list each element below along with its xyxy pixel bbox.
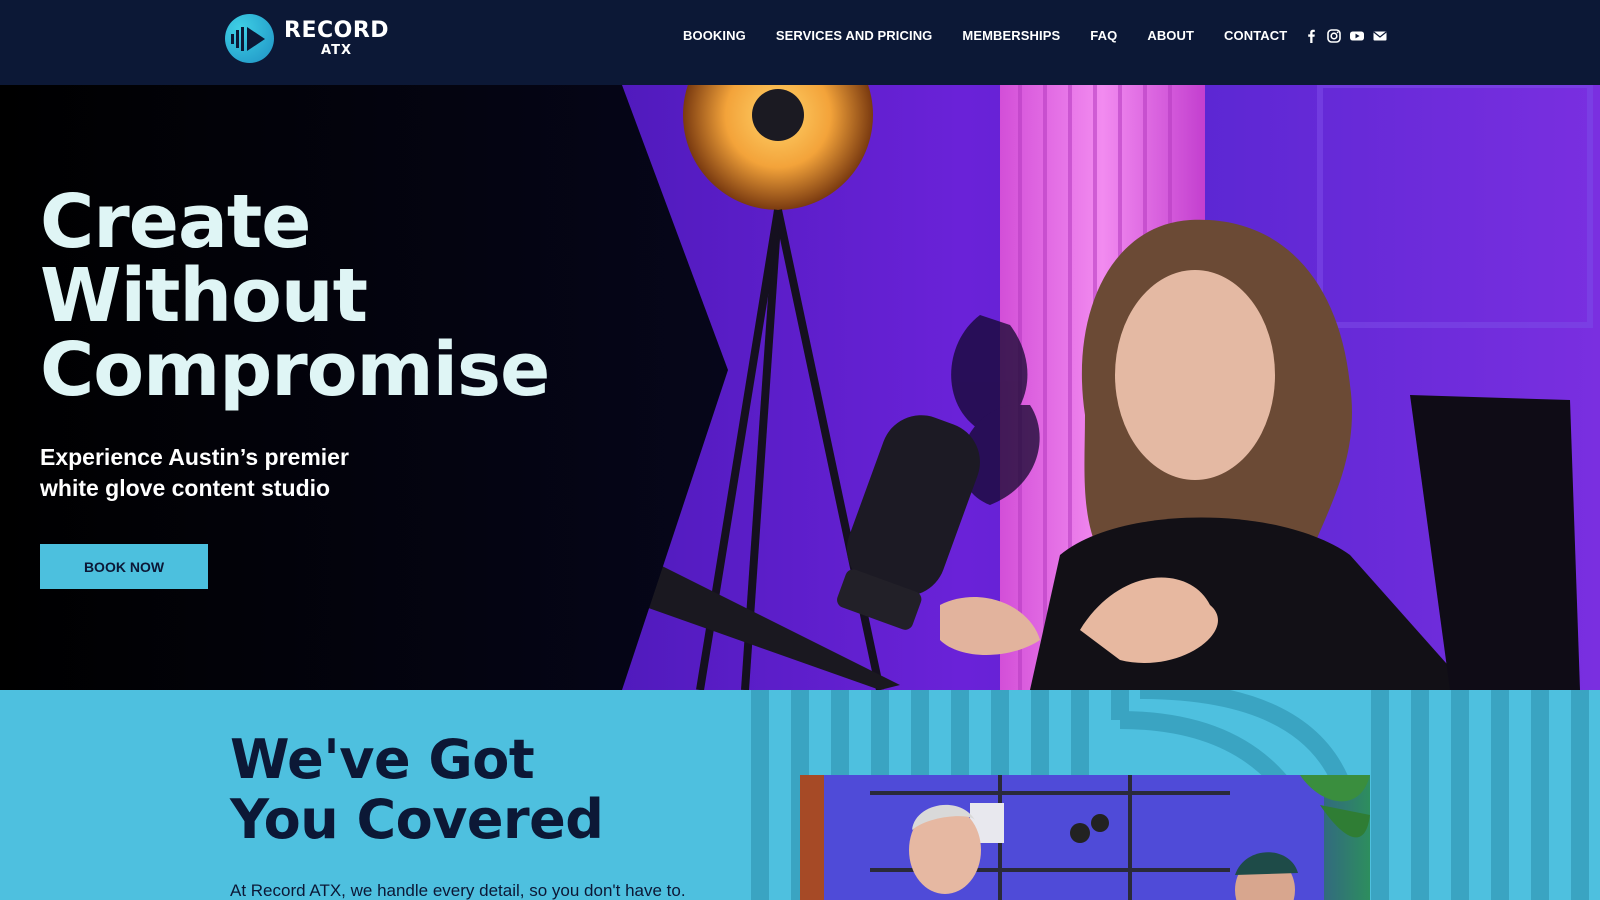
instagram-icon[interactable] (1326, 28, 1342, 44)
nav-memberships[interactable]: MEMBERSHIPS (962, 28, 1060, 43)
record-atx-logo-icon (225, 14, 274, 63)
hero-subtitle: Experience Austin’s premier white glove … (40, 444, 349, 501)
social-links (1303, 28, 1388, 44)
covered-section: We've Got You Covered At Record ATX, we … (0, 690, 1600, 900)
nav-services-and-pricing[interactable]: SERVICES AND PRICING (776, 28, 933, 43)
covered-title-line2: You Covered (230, 788, 604, 851)
covered-body: At Record ATX, we handle every detail, s… (230, 881, 686, 900)
studio-photo (800, 775, 1370, 900)
nav-booking[interactable]: BOOKING (683, 28, 746, 43)
hero-title: Create Without Compromise (40, 185, 550, 407)
covered-title: We've Got You Covered (230, 728, 604, 851)
nav-contact[interactable]: CONTACT (1224, 28, 1287, 43)
nav-about[interactable]: ABOUT (1147, 28, 1194, 43)
hero-section: Create Without Compromise Experience Aus… (0, 85, 1600, 690)
book-now-button[interactable]: BOOK NOW (40, 544, 208, 589)
facebook-icon[interactable] (1303, 28, 1319, 44)
covered-title-line1: We've Got (230, 728, 535, 791)
logo[interactable]: RECORD ATX (225, 14, 389, 63)
nav-faq[interactable]: FAQ (1090, 28, 1117, 43)
logo-subtext: ATX (321, 43, 352, 58)
youtube-icon[interactable] (1349, 28, 1365, 44)
main-nav: BOOKING SERVICES AND PRICING MEMBERSHIPS… (683, 28, 1317, 43)
hero-title-line3: Compromise (40, 327, 550, 413)
site-header: RECORD ATX BOOKING SERVICES AND PRICING … (0, 0, 1600, 85)
email-icon[interactable] (1372, 28, 1388, 44)
logo-wordmark: RECORD (284, 18, 390, 43)
